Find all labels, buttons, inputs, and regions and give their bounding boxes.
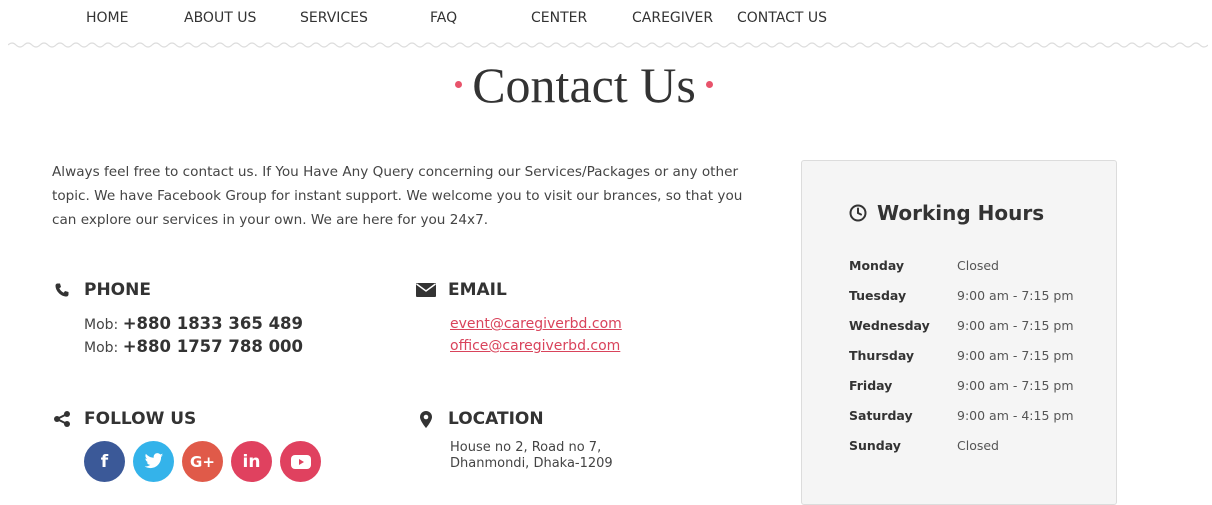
linkedin-icon[interactable]: in — [231, 441, 272, 482]
email-link-event[interactable]: event@caregiverbd.com — [450, 313, 622, 335]
location-heading: LOCATION — [448, 409, 544, 429]
follow-section: FOLLOW US f G+ in — [52, 409, 321, 482]
email-link-office[interactable]: office@caregiverbd.com — [450, 335, 622, 357]
youtube-icon[interactable] — [280, 441, 321, 482]
phone-line-1: Mob: +880 1833 365 489 — [84, 313, 303, 336]
twitter-icon[interactable] — [133, 441, 174, 482]
phone-prefix: Mob: — [84, 340, 123, 356]
map-marker-icon — [416, 410, 436, 428]
day-label: Saturday — [849, 407, 913, 423]
page-title-row: Contact Us — [0, 55, 1168, 115]
day-hours: 9:00 am - 4:15 pm — [957, 407, 1074, 423]
phone-heading: PHONE — [84, 280, 151, 300]
location-section: LOCATION House no 2, Road no 7, Dhanmond… — [416, 409, 613, 472]
title-left-dot — [455, 81, 463, 89]
follow-heading: FOLLOW US — [84, 409, 197, 429]
hours-row: Saturday 9:00 am - 4:15 pm — [849, 400, 1074, 430]
hours-row: Wednesday 9:00 am - 7:15 pm — [849, 310, 1074, 340]
day-hours: Closed — [957, 257, 999, 273]
social-links: f G+ in — [84, 441, 321, 482]
clock-icon — [849, 204, 867, 222]
nav-contact-us[interactable]: CONTACT US — [737, 10, 827, 26]
phone-line-2: Mob: +880 1757 788 000 — [84, 336, 303, 359]
phone-section: PHONE Mob: +880 1833 365 489 Mob: +880 1… — [52, 280, 303, 359]
google-plus-icon[interactable]: G+ — [182, 441, 223, 482]
phone-number-1[interactable]: +880 1833 365 489 — [123, 314, 303, 333]
email-section: EMAIL event@caregiverbd.com office@careg… — [416, 280, 622, 357]
hours-row: Monday Closed — [849, 250, 1074, 280]
nav-about-us[interactable]: ABOUT US — [184, 10, 256, 26]
day-hours: 9:00 am - 7:15 pm — [957, 287, 1074, 303]
day-hours: 9:00 am - 7:15 pm — [957, 347, 1074, 363]
facebook-icon[interactable]: f — [84, 441, 125, 482]
intro-text: Always feel free to contact us. If You H… — [52, 164, 743, 228]
day-label: Tuesday — [849, 287, 907, 303]
day-label: Thursday — [849, 347, 915, 363]
day-hours: Closed — [957, 437, 999, 453]
working-hours-panel: Working Hours Monday Closed Tuesday 9:00 a… — [801, 160, 1117, 505]
day-label: Sunday — [849, 437, 901, 453]
day-label: Wednesday — [849, 317, 930, 333]
address-line-1: House no 2, Road no 7, — [450, 440, 602, 455]
day-label: Friday — [849, 377, 893, 393]
email-heading: EMAIL — [448, 280, 507, 300]
address-line-2: Dhanmondi, Dhaka-1209 — [450, 456, 613, 471]
phone-prefix: Mob: — [84, 317, 123, 333]
hours-row: Sunday Closed — [849, 430, 1074, 460]
nav-center[interactable]: CENTER — [531, 10, 587, 26]
phone-number-2[interactable]: +880 1757 788 000 — [123, 337, 303, 356]
nav-home[interactable]: HOME — [86, 10, 128, 26]
day-hours: 9:00 am - 7:15 pm — [957, 377, 1074, 393]
nav-services[interactable]: SERVICES — [300, 10, 368, 26]
day-label: Monday — [849, 257, 905, 273]
phone-icon — [52, 281, 72, 299]
nav-faq[interactable]: FAQ — [430, 10, 457, 26]
day-hours: 9:00 am - 7:15 pm — [957, 317, 1074, 333]
hours-table: Monday Closed Tuesday 9:00 am - 7:15 pm We… — [849, 250, 1074, 460]
hours-row: Thursday 9:00 am - 7:15 pm — [849, 340, 1074, 370]
hours-row: Tuesday 9:00 am - 7:15 pm — [849, 280, 1074, 310]
working-hours-title: Working Hours — [877, 201, 1045, 225]
nav-caregiver[interactable]: CAREGIVER — [632, 10, 713, 26]
top-navigation: HOME ABOUT US SERVICES FAQ CENTER CAREGI… — [0, 0, 1212, 38]
page-title: Contact Us — [472, 57, 696, 113]
wavy-divider — [8, 42, 1208, 48]
title-right-dot — [705, 81, 713, 89]
envelope-icon — [416, 281, 436, 299]
hours-row: Friday 9:00 am - 7:15 pm — [849, 370, 1074, 400]
share-icon — [52, 410, 72, 428]
